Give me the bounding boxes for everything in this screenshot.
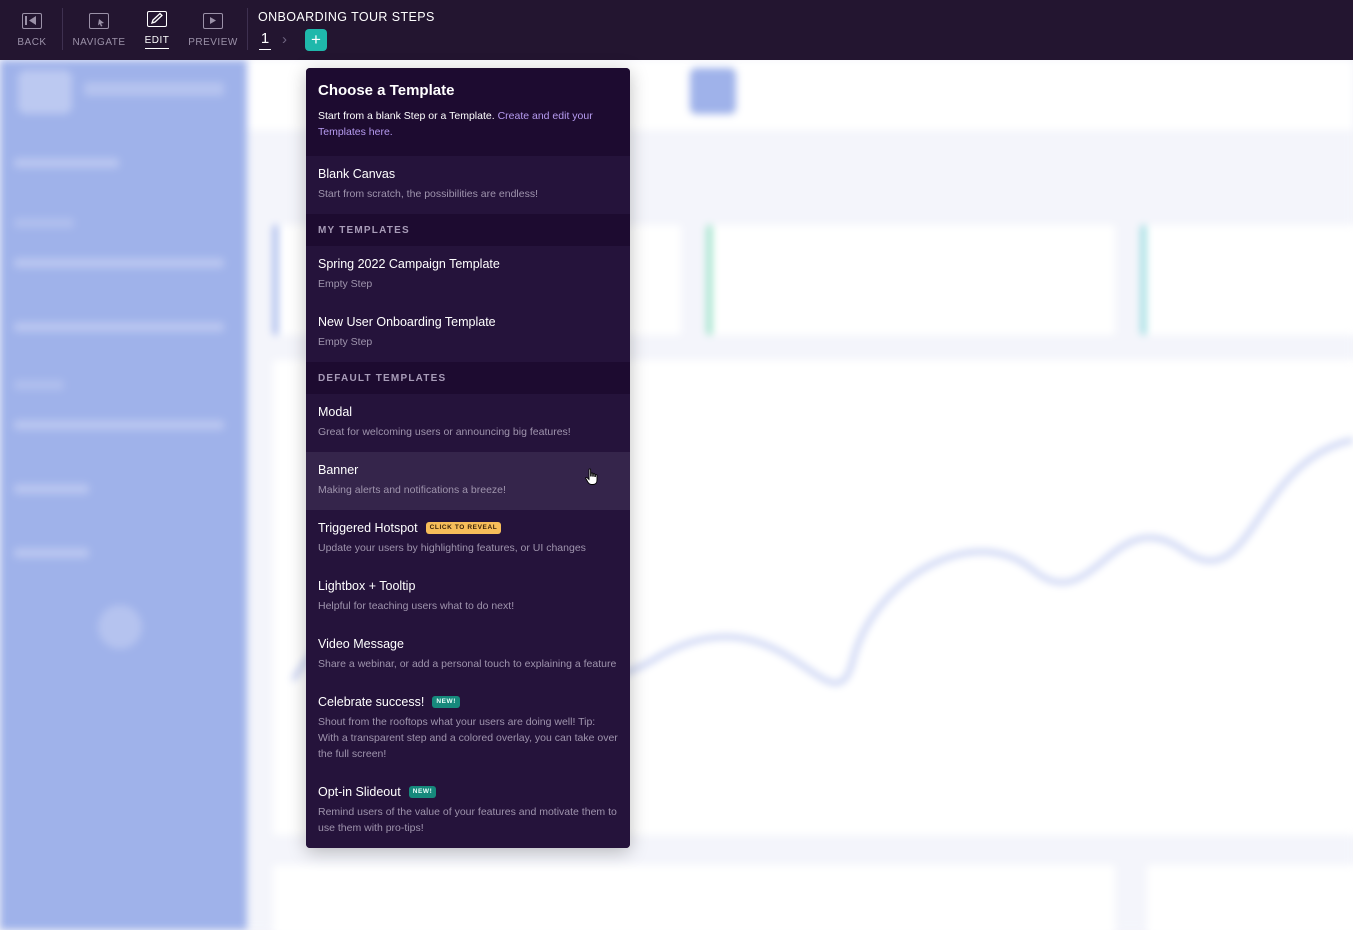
- template-lightbox-tooltip[interactable]: Lightbox + Tooltip Helpful for teaching …: [306, 568, 630, 626]
- menu-subtitle: Start from a blank Step or a Template. C…: [318, 108, 618, 140]
- background-nav-item: [14, 158, 119, 168]
- toolbar-divider: [62, 8, 63, 50]
- back-label: BACK: [17, 36, 47, 48]
- menu-subtitle-text: Start from a blank Step or a Template.: [318, 110, 498, 122]
- menu-title: Choose a Template: [318, 82, 455, 99]
- new-badge: NEW!: [408, 786, 437, 798]
- template-title: Modal: [318, 405, 353, 419]
- background-logo-text: [84, 82, 224, 96]
- chevron-right-icon: ›: [282, 31, 287, 48]
- blurred-background-app: [0, 60, 1353, 930]
- template-spring-2022-campaign[interactable]: Spring 2022 Campaign Template Empty Step: [306, 246, 630, 304]
- background-search-button: [690, 68, 736, 114]
- background-nav-item: [14, 484, 89, 494]
- template-description: Remind users of the value of your featur…: [318, 806, 617, 834]
- preview-icon: [203, 12, 223, 29]
- template-description: Shout from the rooftops what your users …: [318, 716, 618, 760]
- background-nav-heading: [14, 218, 74, 228]
- template-new-user-onboarding[interactable]: New User Onboarding Template Empty Step: [306, 304, 630, 362]
- background-stat-card: [1141, 225, 1353, 335]
- section-my-templates: MY TEMPLATES: [306, 214, 630, 246]
- template-banner[interactable]: Banner Making alerts and notifications a…: [306, 452, 630, 510]
- edit-button[interactable]: EDIT: [140, 0, 174, 60]
- step-tab-1[interactable]: 1: [259, 30, 271, 50]
- template-title-row: Triggered Hotspot CLICK TO REVEAL: [318, 521, 618, 535]
- template-title-row: Celebrate success! NEW!: [318, 695, 618, 709]
- background-nav-item: [14, 258, 224, 268]
- template-title: Lightbox + Tooltip: [318, 579, 416, 593]
- template-description: Making alerts and notifications a breeze…: [318, 484, 506, 496]
- template-title: New User Onboarding Template: [318, 315, 496, 329]
- template-celebrate-success[interactable]: Celebrate success! NEW! Shout from the r…: [306, 684, 630, 774]
- preview-label: PREVIEW: [188, 36, 238, 48]
- section-default-templates: DEFAULT TEMPLATES: [306, 362, 630, 394]
- background-nav-item: [14, 420, 224, 430]
- background-projects-card: [273, 865, 1115, 930]
- background-nav-item: [14, 548, 89, 558]
- template-modal[interactable]: Modal Great for welcoming users or annou…: [306, 394, 630, 452]
- template-description: Empty Step: [318, 336, 373, 348]
- template-title: Triggered Hotspot: [318, 521, 418, 535]
- edit-icon: [147, 11, 167, 27]
- tour-title: ONBOARDING TOUR STEPS: [258, 10, 435, 24]
- template-title-row: Opt-in Slideout NEW!: [318, 785, 618, 799]
- navigate-button[interactable]: NAVIGATE: [70, 0, 128, 60]
- template-title: Video Message: [318, 637, 404, 651]
- edit-label: EDIT: [144, 35, 170, 49]
- template-description: Start from scratch, the possibilities ar…: [318, 188, 539, 200]
- template-description: Share a webinar, or add a personal touch…: [318, 658, 617, 670]
- template-title: Spring 2022 Campaign Template: [318, 257, 500, 271]
- background-sidebar: [0, 60, 247, 930]
- add-step-button[interactable]: +: [305, 29, 327, 51]
- background-nav-item: [14, 322, 224, 332]
- template-title: Blank Canvas: [318, 167, 396, 181]
- background-illustrations-card: [1147, 865, 1353, 930]
- background-sidebar-toggle: [98, 605, 142, 649]
- click-to-reveal-badge: CLICK TO REVEAL: [425, 522, 502, 534]
- toolbar-divider: [247, 8, 248, 50]
- background-stat-card: [707, 225, 1115, 335]
- template-description: Update your users by highlighting featur…: [318, 542, 586, 554]
- template-description: Helpful for teaching users what to do ne…: [318, 600, 515, 612]
- template-title: Celebrate success!: [318, 695, 425, 709]
- template-blank-canvas[interactable]: Blank Canvas Start from scratch, the pos…: [306, 156, 630, 214]
- choose-template-menu: Choose a Template Start from a blank Ste…: [306, 68, 630, 848]
- template-opt-in-slideout[interactable]: Opt-in Slideout NEW! Remind users of the…: [306, 774, 630, 848]
- template-title: Opt-in Slideout: [318, 785, 401, 799]
- template-description: Great for welcoming users or announcing …: [318, 426, 571, 438]
- template-description: Empty Step: [318, 278, 373, 290]
- hand-pointer-icon: [585, 468, 598, 485]
- template-video-message[interactable]: Video Message Share a webinar, or add a …: [306, 626, 630, 684]
- background-nav-heading: [14, 380, 64, 390]
- template-triggered-hotspot[interactable]: Triggered Hotspot CLICK TO REVEAL Update…: [306, 510, 630, 568]
- navigate-label: NAVIGATE: [72, 36, 126, 48]
- navigate-icon: [89, 12, 109, 29]
- preview-button[interactable]: PREVIEW: [186, 0, 240, 60]
- editor-toolbar: BACK NAVIGATE EDIT PREVIEW ONBOARDING TO…: [0, 0, 1353, 60]
- background-logo: [18, 70, 72, 114]
- back-button[interactable]: BACK: [13, 0, 51, 60]
- template-title: Banner: [318, 463, 359, 477]
- menu-header: Choose a Template Start from a blank Ste…: [306, 68, 630, 156]
- back-icon: [22, 12, 42, 29]
- new-badge: NEW!: [432, 696, 461, 708]
